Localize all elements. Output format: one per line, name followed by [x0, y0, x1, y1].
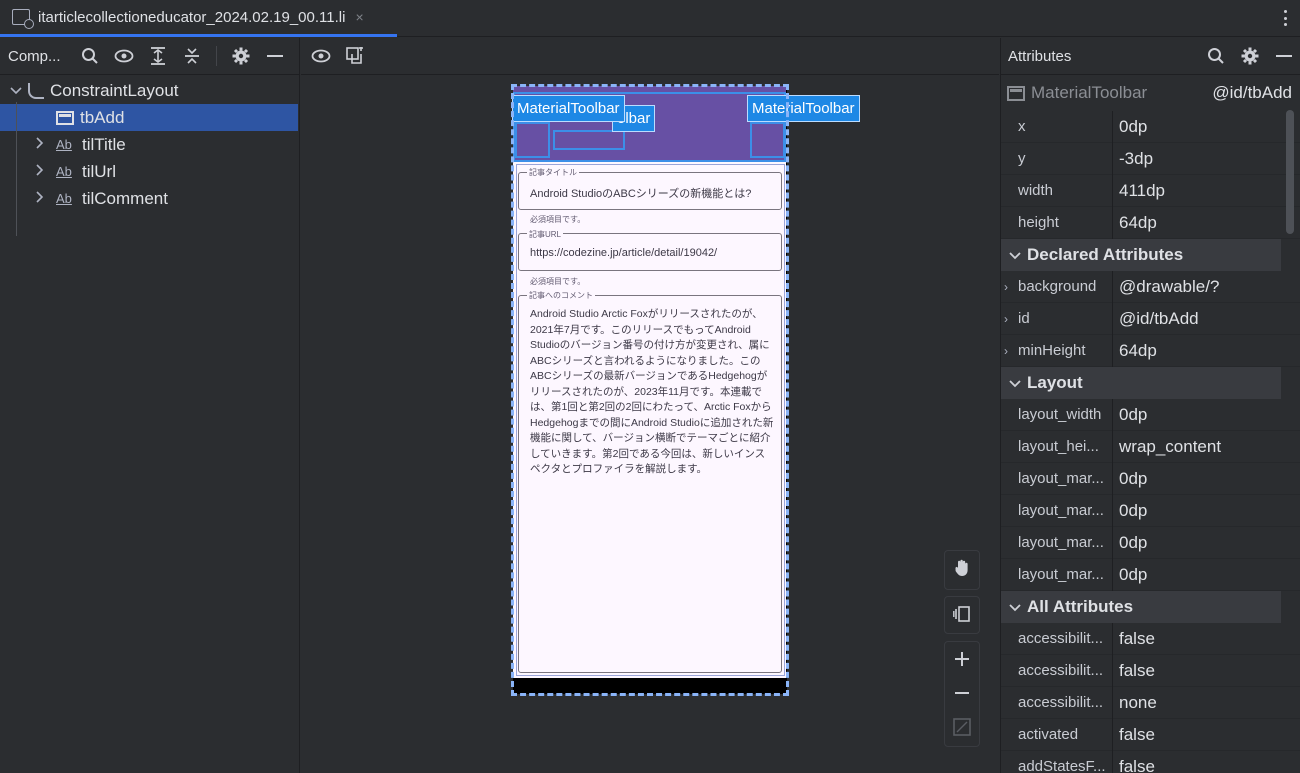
section-all-attributes[interactable]: All Attributes — [1001, 591, 1281, 623]
attribute-row[interactable]: y -3dp — [1001, 142, 1300, 175]
chevron-right-icon[interactable] — [32, 137, 48, 152]
constraint-layout-icon — [28, 82, 44, 99]
action-bounds — [750, 122, 785, 158]
chevron-down-icon — [1009, 376, 1021, 391]
search-icon[interactable] — [80, 46, 100, 66]
component-tree-panel: Comp... ConstraintLayout tbAdd Ab tilTit… — [0, 38, 300, 773]
zoom-in-icon[interactable] — [944, 642, 980, 676]
selected-component-header: MaterialToolbar @id/tbAdd — [1001, 75, 1300, 111]
tree-item-label: tilUrl — [82, 161, 116, 181]
editor-tab[interactable]: itarticlecollectioneducator_2024.02.19_0… — [0, 0, 397, 37]
text-icon: Ab — [56, 191, 72, 206]
tree-item-constraintlayout[interactable]: ConstraintLayout — [0, 77, 299, 104]
attributes-panel: Attributes MaterialToolbar @id/tbAdd x 0d… — [1000, 38, 1300, 773]
tree-item-label: tilComment — [82, 188, 168, 208]
gear-icon[interactable] — [1240, 46, 1260, 66]
toolbar-separator — [216, 46, 217, 66]
attribute-row[interactable]: layout_mar... 0dp — [1001, 558, 1300, 591]
gear-icon[interactable] — [231, 46, 251, 66]
component-tree-title: Comp... — [8, 47, 61, 65]
component-tree-toolbar: Comp... — [0, 38, 299, 75]
chevron-down-icon — [1009, 248, 1021, 263]
attribute-row[interactable]: accessibilit... false — [1001, 622, 1300, 655]
tab-title: itarticlecollectioneducator_2024.02.19_0… — [38, 8, 346, 26]
close-icon[interactable]: × — [355, 9, 363, 25]
component-class: MaterialToolbar — [1031, 83, 1148, 102]
nav-icon-bounds — [515, 122, 550, 158]
attribute-row[interactable]: activated false — [1001, 718, 1300, 751]
content-outline — [516, 164, 785, 676]
chevron-right-icon[interactable] — [32, 164, 48, 179]
chevron-right-icon[interactable]: › — [1004, 280, 1008, 294]
text-icon: Ab — [56, 137, 72, 152]
toolbar-icon — [56, 110, 74, 125]
search-icon[interactable] — [1206, 46, 1226, 66]
attribute-row[interactable]: height 64dp — [1001, 206, 1300, 239]
attribute-row[interactable]: layout_mar... 0dp — [1001, 494, 1300, 527]
chevron-down-icon — [1009, 600, 1021, 615]
component-tree: ConstraintLayout tbAdd Ab tilTitle Ab ti… — [0, 75, 299, 212]
layer-spacing-icon[interactable] — [944, 597, 980, 631]
zoom-tool-group — [944, 641, 980, 747]
layer-tool-group — [944, 596, 980, 634]
toolbar-tag-right: MaterialToolbar — [747, 95, 860, 122]
chevron-right-icon[interactable] — [32, 191, 48, 206]
attribute-row[interactable]: x 0dp — [1001, 110, 1300, 143]
component-id: @id/tbAdd — [1212, 83, 1292, 102]
eye-icon[interactable] — [311, 46, 331, 66]
tree-item-tiltitle[interactable]: Ab tilTitle — [0, 131, 299, 158]
attribute-row[interactable]: accessibilit... false — [1001, 654, 1300, 687]
attributes-title: Attributes — [1008, 47, 1072, 65]
attribute-row[interactable]: addStatesF... false — [1001, 750, 1300, 773]
tree-item-tilcomment[interactable]: Ab tilComment — [0, 185, 299, 212]
chevron-right-icon[interactable]: › — [1004, 344, 1008, 358]
chevron-down-icon[interactable] — [8, 84, 24, 98]
minimize-icon[interactable] — [265, 46, 285, 66]
layout-inspector-icon — [12, 9, 34, 29]
tree-item-label: tilTitle — [82, 134, 126, 154]
toolbar-tag-left: MaterialToolbar — [512, 95, 625, 122]
tree-guide-line — [16, 102, 17, 236]
tree-item-label: ConstraintLayout — [50, 80, 179, 100]
attributes-toolbar: Attributes — [1001, 38, 1300, 75]
attributes-scrollbar[interactable] — [1286, 110, 1294, 234]
tree-item-tilurl[interactable]: Ab tilUrl — [0, 158, 299, 185]
attribute-row[interactable]: › minHeight 64dp — [1001, 334, 1300, 367]
editor-tab-bar: itarticlecollectioneducator_2024.02.19_0… — [0, 0, 1300, 37]
eye-icon[interactable] — [114, 46, 134, 66]
title-bounds — [553, 130, 625, 150]
attribute-row[interactable]: layout_hei... wrap_content — [1001, 430, 1300, 463]
attribute-row[interactable]: › background @drawable/? — [1001, 270, 1300, 303]
attribute-row[interactable]: width 411dp — [1001, 174, 1300, 207]
canvas-toolbar — [301, 38, 999, 75]
section-declared-attributes[interactable]: Declared Attributes — [1001, 239, 1281, 271]
attribute-row[interactable]: layout_width 0dp — [1001, 398, 1300, 431]
tree-item-label: tbAdd — [80, 107, 125, 127]
expand-all-icon[interactable] — [148, 46, 168, 66]
attribute-row[interactable]: layout_mar... 0dp — [1001, 526, 1300, 559]
tree-item-tbadd[interactable]: tbAdd — [0, 104, 298, 131]
chevron-right-icon[interactable]: › — [1004, 312, 1008, 326]
collapse-all-icon[interactable] — [182, 46, 202, 66]
more-options-icon[interactable] — [1280, 8, 1290, 28]
zoom-to-fit-icon[interactable] — [944, 710, 980, 744]
attribute-list: x 0dp y -3dp width 411dp height 64dp Declare… — [1001, 110, 1300, 773]
snapshot-icon[interactable] — [345, 46, 365, 66]
section-layout[interactable]: Layout — [1001, 367, 1281, 399]
attribute-row[interactable]: accessibilit... none — [1001, 686, 1300, 719]
attribute-row[interactable]: layout_mar... 0dp — [1001, 462, 1300, 495]
text-icon: Ab — [56, 164, 72, 179]
toolbar-icon — [1007, 85, 1025, 101]
pan-tool-group — [944, 550, 980, 590]
attribute-row[interactable]: › id @id/tbAdd — [1001, 302, 1300, 335]
zoom-out-icon[interactable] — [944, 676, 980, 710]
pan-hand-icon[interactable] — [944, 551, 980, 585]
minimize-icon[interactable] — [1274, 46, 1294, 66]
